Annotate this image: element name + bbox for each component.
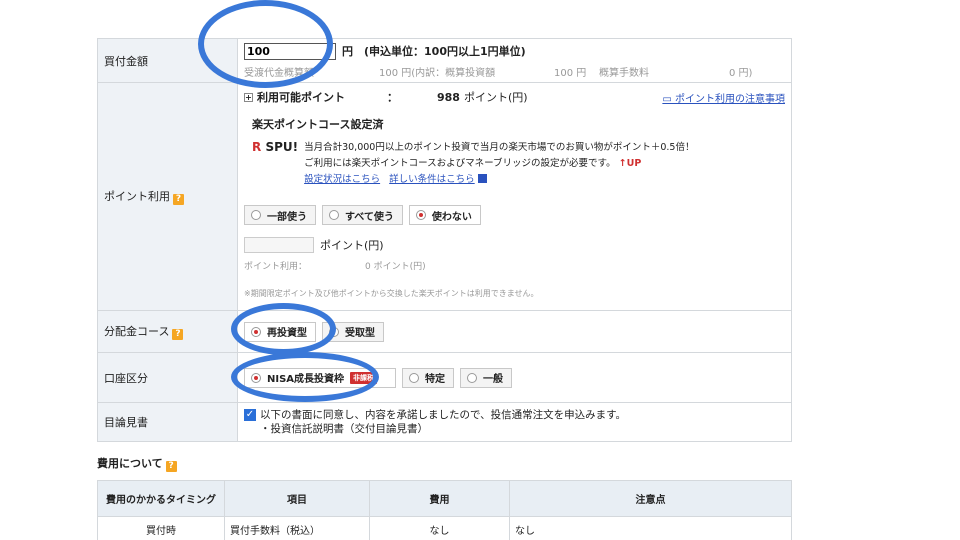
amount-unit-note: 円 (申込単位：100円以上1円単位)	[342, 45, 526, 58]
point-amount-input[interactable]	[244, 237, 314, 253]
estimate-value: 100 円(内訳：概算投資額	[379, 67, 496, 79]
detail-link[interactable]: 詳しい条件はこちら	[389, 174, 475, 185]
radio-icon	[467, 372, 477, 383]
points-label: ポイント利用	[104, 190, 170, 203]
order-form-table: 買付金額 円 (申込単位：100円以上1円単位) 受渡代金概算額 100 円(内…	[97, 38, 792, 442]
radio-selected-icon	[251, 372, 261, 383]
cost-table: 費用のかかるタイミング 項目 費用 注意点 買付時 買付手数料（税込） なし な…	[97, 480, 792, 540]
dist-option-reinvest[interactable]: 再投資型	[244, 321, 316, 342]
help-icon[interactable]: ?	[165, 461, 177, 472]
available-unit: ポイント(円)	[463, 91, 528, 104]
fee-label: 概算手数料	[599, 67, 649, 79]
point-option-none[interactable]: 使わない	[408, 205, 481, 225]
help-icon[interactable]: ?	[172, 329, 184, 340]
distribution-label-cell: 分配金コース?	[97, 310, 238, 353]
point-notice-link[interactable]: ▭ ポイント利用の注意事項	[662, 90, 785, 105]
account-option-general[interactable]: 一般	[460, 367, 512, 388]
dist-option-receive[interactable]: 受取型	[322, 321, 384, 342]
cost-header-note: 注意点	[509, 480, 792, 517]
help-icon[interactable]: ?	[173, 194, 184, 205]
point-option-partial[interactable]: 一部使う	[244, 205, 316, 225]
amount-label: 買付金額	[97, 38, 238, 83]
costs-title: 費用について?	[97, 455, 177, 472]
cost-header-fee: 費用	[369, 480, 510, 517]
amount-input[interactable]	[244, 42, 336, 60]
account-label: 口座区分	[97, 352, 238, 403]
settings-link[interactable]: 設定状況はこちら	[304, 174, 380, 185]
prospectus-doc: ・投資信託説明書（交付目論見書）	[260, 423, 428, 435]
radio-selected-icon	[251, 326, 261, 337]
tax-free-badge: 非課税	[350, 371, 378, 384]
account-option-specific[interactable]: 特定	[402, 367, 454, 388]
estimate-label: 受渡代金概算額	[244, 67, 314, 79]
account-option-nisa[interactable]: NISA成長投資枠 非課税	[244, 367, 396, 388]
point-option-all[interactable]: すべて使う	[322, 205, 403, 225]
external-window-icon: ▭	[662, 93, 675, 105]
radio-icon	[251, 210, 261, 220]
up-badge: ↑UP	[618, 158, 642, 169]
available-label: 利用可能ポイント	[257, 91, 345, 104]
spu-text-2: ご利用には楽天ポイントコースおよびマネーブリッジの設定が必要です。	[304, 158, 616, 169]
point-use-label: ポイント利用：	[244, 262, 308, 272]
spu-text-1: 当月合計30,000円以上のポイント投資で当月の楽天市場でのお買い物がポイント＋…	[304, 142, 695, 153]
radio-selected-icon	[415, 210, 426, 220]
points-label-cell: ポイント利用?	[97, 82, 238, 311]
fee-value: 0 円)	[729, 67, 753, 79]
distribution-label: 分配金コース	[104, 325, 170, 338]
info-icon	[477, 174, 487, 183]
cost-header-item: 項目	[224, 480, 370, 517]
available-sep: ：	[387, 91, 398, 104]
course-status: 楽天ポイントコース設定済	[252, 118, 384, 131]
radio-icon	[329, 210, 339, 220]
agree-text: 以下の書面に同意し、内容を承諾しましたので、投信通常注文を申込みます。	[260, 409, 627, 421]
prospectus-label: 目論見書	[97, 402, 238, 442]
cost-header-timing: 費用のかかるタイミング	[97, 480, 225, 517]
table-row: 買付時 買付手数料（税込） なし なし	[97, 516, 792, 540]
radio-icon	[409, 372, 419, 383]
agree-checkbox[interactable]: ✓	[244, 409, 256, 421]
expand-plus-icon[interactable]: +	[244, 92, 253, 102]
invest-value: 100 円	[554, 67, 587, 79]
point-use-value: 0 ポイント(円)	[365, 262, 426, 272]
point-input-unit: ポイント(円)	[320, 239, 384, 252]
available-value: 988	[437, 90, 460, 104]
radio-icon	[329, 326, 339, 337]
point-footnote: ※期間限定ポイント及び他ポイントから交換した楽天ポイントは利用できません。	[244, 289, 539, 298]
spu-logo: R SPU!	[252, 140, 299, 154]
